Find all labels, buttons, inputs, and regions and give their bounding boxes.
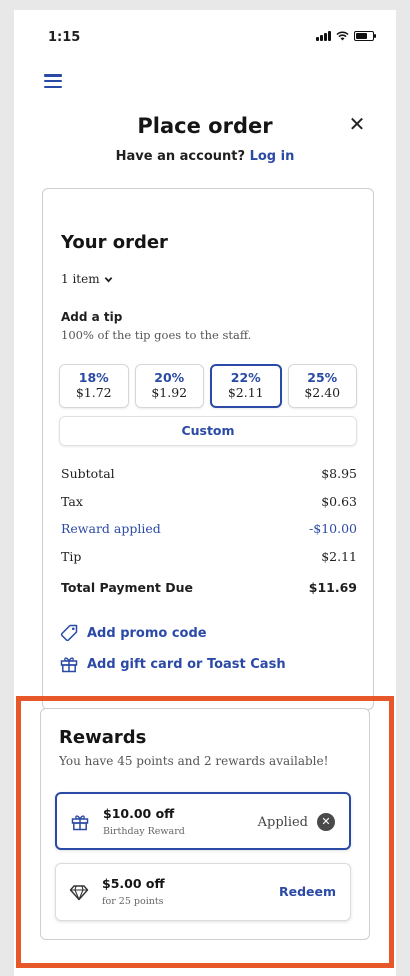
status-bar: 1:15 bbox=[14, 10, 396, 62]
items-count: 1 item bbox=[61, 272, 100, 286]
custom-tip-button[interactable]: Custom bbox=[59, 416, 357, 446]
tip-amount: $1.72 bbox=[75, 385, 112, 400]
wifi-icon bbox=[336, 31, 349, 41]
page-title: Place order bbox=[137, 114, 273, 138]
tip-title: Add a tip bbox=[61, 310, 123, 324]
reward-applied-row: Reward applied -$10.00 bbox=[61, 521, 357, 536]
reward-item-birthday[interactable]: $10.00 off Birthday Reward Applied ✕ bbox=[55, 792, 351, 850]
reward-item-points[interactable]: $5.00 off for 25 points Redeem bbox=[55, 863, 351, 921]
redeem-button[interactable]: Redeem bbox=[279, 884, 336, 899]
close-icon[interactable]: ✕ bbox=[348, 114, 366, 134]
signal-icon bbox=[316, 31, 331, 41]
subtotal-row: Subtotal $8.95 bbox=[61, 466, 357, 481]
subtotal-value: $8.95 bbox=[321, 466, 357, 481]
tip-subtitle: 100% of the tip goes to the staff. bbox=[61, 328, 252, 342]
tip-row: Tip $2.11 bbox=[61, 549, 357, 564]
tip-option-20[interactable]: 20% $1.92 bbox=[134, 364, 204, 408]
reward-status-label: Applied bbox=[257, 814, 308, 830]
tip-label: Tip bbox=[61, 549, 82, 564]
tip-percent: 25% bbox=[307, 370, 338, 385]
tax-value: $0.63 bbox=[321, 494, 357, 509]
reward-name: $5.00 off bbox=[102, 876, 165, 891]
add-promo-code-label: Add promo code bbox=[87, 625, 207, 641]
total-label: Total Payment Due bbox=[61, 580, 194, 595]
reward-name: $10.00 off bbox=[103, 806, 175, 821]
tip-percent: 18% bbox=[78, 370, 109, 385]
menu-icon[interactable] bbox=[44, 74, 62, 88]
rewards-subtitle: You have 45 points and 2 rewards availab… bbox=[59, 754, 329, 768]
login-link[interactable]: Log in bbox=[250, 149, 295, 164]
tip-amount: $2.11 bbox=[227, 385, 264, 400]
tip-options: 18% $1.72 20% $1.92 22% $2.11 25% $2.40 bbox=[59, 364, 357, 408]
tip-option-22[interactable]: 22% $2.11 bbox=[210, 364, 282, 408]
add-promo-code-link[interactable]: Add promo code bbox=[59, 623, 207, 643]
gift-icon bbox=[60, 657, 78, 673]
reward-note: Birthday Reward bbox=[103, 826, 185, 837]
total-row: Total Payment Due $11.69 bbox=[61, 580, 357, 595]
tax-label: Tax bbox=[61, 494, 83, 509]
add-gift-card-link[interactable]: Add gift card or Toast Cash bbox=[59, 654, 286, 674]
tip-option-25[interactable]: 25% $2.40 bbox=[287, 364, 357, 408]
items-toggle[interactable]: 1 item bbox=[61, 272, 113, 286]
phone-screen: 1:15 Place order ✕ Have an account? Log … bbox=[14, 10, 396, 976]
tip-amount: $1.92 bbox=[151, 385, 188, 400]
gift-icon bbox=[71, 815, 89, 831]
reward-applied-status: Applied ✕ bbox=[258, 813, 335, 831]
diamond-icon bbox=[69, 885, 89, 901]
rewards-title: Rewards bbox=[59, 727, 147, 748]
reward-applied-label: Reward applied bbox=[61, 521, 161, 536]
tip-percent: 20% bbox=[154, 370, 185, 385]
tip-percent: 22% bbox=[230, 370, 261, 385]
tip-amount: $2.40 bbox=[304, 385, 341, 400]
account-prompt-text: Have an account? bbox=[115, 149, 246, 164]
subtotal-label: Subtotal bbox=[61, 466, 115, 481]
rewards-card: Rewards You have 45 points and 2 rewards… bbox=[40, 708, 370, 940]
tip-option-18[interactable]: 18% $1.72 bbox=[59, 364, 129, 408]
reward-note: for 25 points bbox=[102, 896, 164, 907]
add-gift-card-label: Add gift card or Toast Cash bbox=[87, 656, 286, 672]
total-value: $11.69 bbox=[308, 580, 357, 595]
status-time: 1:15 bbox=[48, 30, 81, 45]
battery-icon bbox=[354, 31, 376, 41]
remove-icon[interactable]: ✕ bbox=[317, 813, 335, 831]
order-title: Your order bbox=[61, 232, 168, 253]
reward-applied-value: -$10.00 bbox=[309, 521, 357, 536]
account-prompt: Have an account? Log in bbox=[14, 149, 396, 164]
order-card: Your order 1 item Add a tip 100% of the … bbox=[42, 188, 374, 710]
tax-row: Tax $0.63 bbox=[61, 494, 357, 509]
chevron-down-icon bbox=[104, 276, 112, 282]
tag-icon bbox=[60, 624, 78, 642]
status-icons bbox=[316, 31, 376, 41]
tip-value: $2.11 bbox=[321, 549, 357, 564]
